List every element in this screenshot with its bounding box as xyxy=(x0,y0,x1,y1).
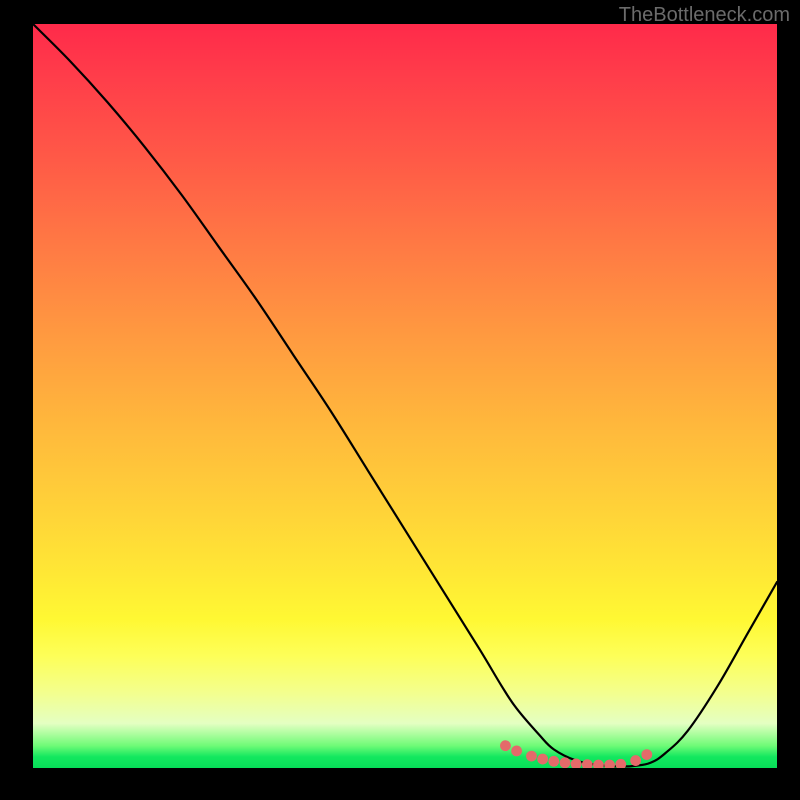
marker-dot xyxy=(500,740,511,751)
marker-dot xyxy=(560,757,571,768)
marker-dot xyxy=(593,760,604,768)
marker-dot xyxy=(630,755,641,766)
marker-dot xyxy=(604,760,615,768)
flat-region-markers xyxy=(500,740,652,768)
plot-area xyxy=(33,24,777,768)
marker-dot xyxy=(526,751,537,762)
chart-svg xyxy=(33,24,777,768)
marker-dot xyxy=(641,749,652,760)
marker-dot xyxy=(548,756,559,767)
marker-dot xyxy=(615,759,626,768)
marker-dot xyxy=(582,759,593,768)
marker-dot xyxy=(537,754,548,765)
watermark-text: TheBottleneck.com xyxy=(619,4,790,27)
bottleneck-curve xyxy=(33,24,777,767)
marker-dot xyxy=(511,745,522,756)
